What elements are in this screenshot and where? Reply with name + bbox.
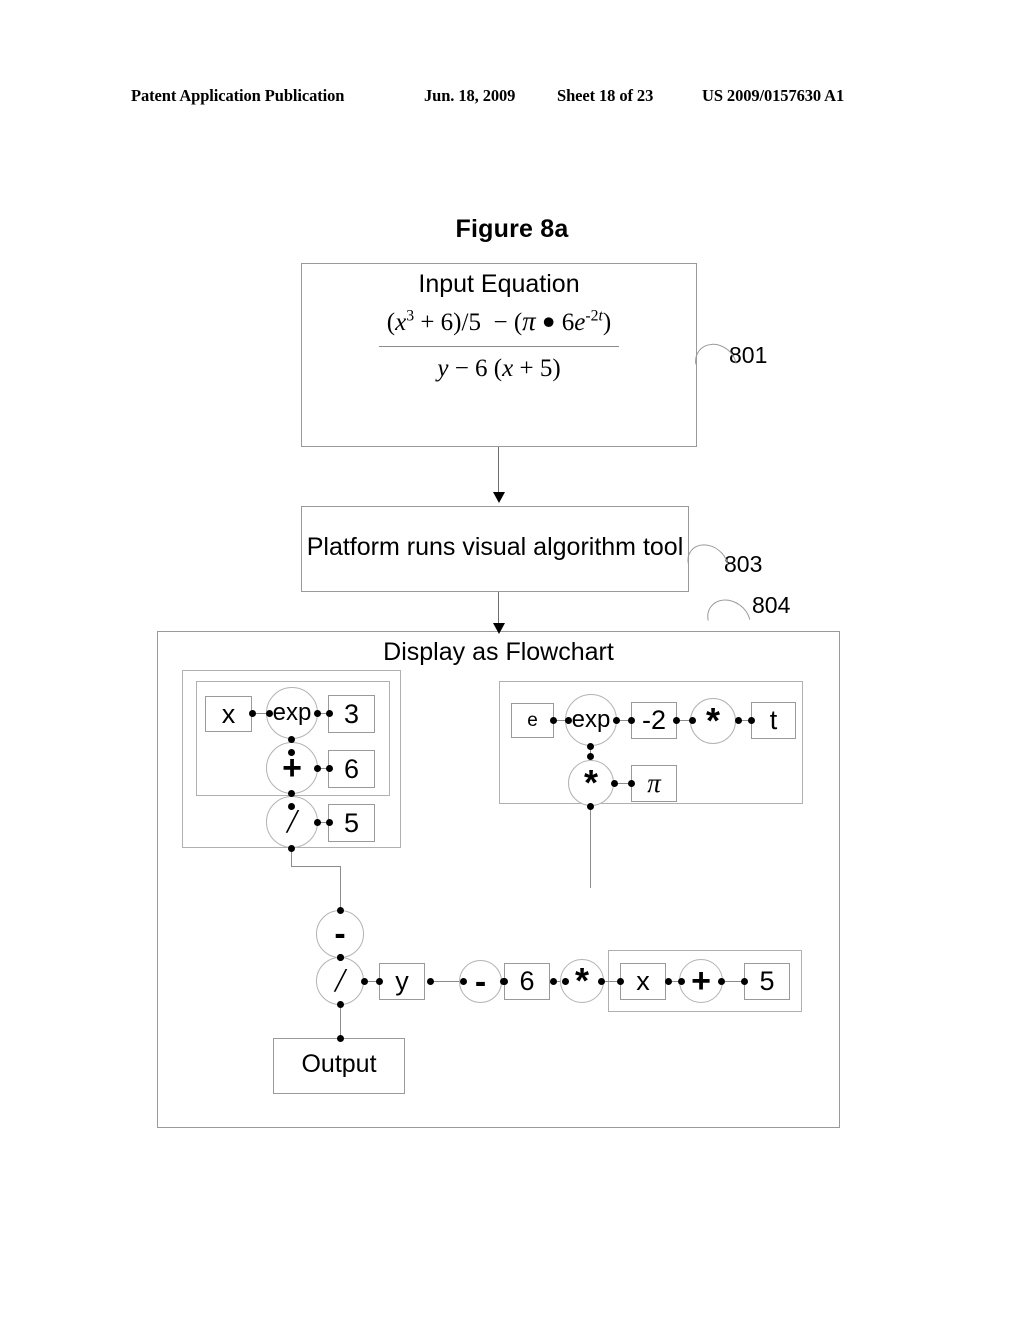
- wire-rightgroup-down: [590, 807, 592, 888]
- input-equation-label: Input Equation: [418, 270, 580, 298]
- header-sheet: Sheet 18 of 23: [557, 86, 654, 105]
- dot-div-out: [314, 819, 321, 826]
- platform-process-label: Platform runs visual algorithm tool: [306, 533, 684, 561]
- dot-6-main-in: [501, 978, 508, 985]
- header-patent-number: US 2009/0157630 A1: [702, 86, 845, 105]
- dot-plusm-out: [718, 978, 725, 985]
- dot-plus-top: [288, 749, 295, 756]
- node-3-left[interactable]: 3: [328, 695, 375, 733]
- dot-m2-in: [628, 717, 635, 724]
- dot-5-in: [326, 819, 333, 826]
- equation-numerator: (x3 + 6)/5 − (π ● 6e-2t): [386, 306, 612, 336]
- dot-x-main-out: [665, 978, 672, 985]
- ref-number-803: 803: [724, 551, 763, 577]
- node-minus-two[interactable]: -2: [631, 702, 677, 739]
- dot-exp-bottom: [288, 736, 295, 743]
- node-6-main[interactable]: 6: [504, 963, 550, 1000]
- wire-divide-to-output: [340, 1005, 342, 1039]
- flow-arrow-input-to-process-line: [498, 447, 500, 495]
- dot-6-in: [326, 765, 333, 772]
- fraction-bar: [379, 345, 619, 347]
- node-times2-right[interactable]: *: [568, 760, 614, 806]
- dot-times2-bottom: [587, 803, 594, 810]
- figure-title: Figure 8a: [455, 215, 569, 243]
- dot-y-out: [427, 978, 434, 985]
- dot-times-r-out: [735, 717, 742, 724]
- patent-header: Patent Application Publication Jun. 18, …: [0, 86, 1024, 112]
- dot-minus-top: [337, 907, 344, 914]
- dot-times2-out: [611, 780, 618, 787]
- node-y-main[interactable]: y: [379, 963, 425, 1000]
- header-date: Jun. 18, 2009: [424, 86, 516, 105]
- node-6-left[interactable]: 6: [328, 750, 375, 788]
- display-flowchart-label: Display as Flowchart: [383, 638, 614, 666]
- dot-times2-top: [587, 753, 594, 760]
- dot-6-main-out: [550, 978, 557, 985]
- node-times-right[interactable]: *: [690, 698, 736, 744]
- dot-plus-out: [314, 765, 321, 772]
- node-5-left[interactable]: 5: [328, 804, 375, 842]
- dot-3-in: [326, 710, 333, 717]
- node-pi-right[interactable]: π: [631, 765, 677, 802]
- dot-y-in: [376, 978, 383, 985]
- dot-exp-in: [266, 710, 273, 717]
- dot-divb-top: [337, 954, 344, 961]
- dot-pi-in: [628, 780, 635, 787]
- dot-x-main-in: [617, 978, 624, 985]
- dot-timesm-in: [562, 978, 569, 985]
- dot-plus-bottom: [288, 790, 295, 797]
- flow-arrow-process-to-display-line: [498, 592, 500, 626]
- dot-exp-out: [314, 710, 321, 717]
- dot-times-r-in: [689, 717, 696, 724]
- dot-e-out: [550, 717, 557, 724]
- wire-leftgroup-across: [291, 866, 341, 868]
- dot-divb-bottom: [337, 1001, 344, 1008]
- equation-denominator: y − 6 (x + 5): [437, 354, 561, 382]
- node-divide-main[interactable]: /: [316, 957, 364, 1005]
- dot-m2-out: [673, 717, 680, 724]
- node-t-right[interactable]: t: [751, 702, 796, 739]
- dot-timesm-out: [598, 978, 605, 985]
- dot-div-top: [288, 803, 295, 810]
- input-equation-expression: (x3 + 6)/5 − (π ● 6e-2t) y − 6 (x + 5): [301, 305, 697, 384]
- dot-divb-out: [361, 978, 368, 985]
- dot-exp-r-in: [565, 717, 572, 724]
- dot-output-in: [337, 1035, 344, 1042]
- dot-plusm-in: [678, 978, 685, 985]
- dot-exp-r-out: [613, 717, 620, 724]
- node-minus-main[interactable]: -: [316, 910, 364, 958]
- dot-div-bottom: [288, 845, 295, 852]
- dot-t-in: [748, 717, 755, 724]
- ref-number-804: 804: [752, 592, 791, 618]
- node-exp-right[interactable]: exp: [565, 694, 617, 746]
- node-plus-main[interactable]: +: [679, 959, 723, 1003]
- node-x-left[interactable]: x: [205, 696, 252, 732]
- output-label: Output: [301, 1050, 377, 1078]
- dot-expr-bottom: [587, 743, 594, 750]
- node-exp-left[interactable]: exp: [266, 687, 318, 739]
- dot-5-main-in: [741, 978, 748, 985]
- flow-arrow-input-to-process-head: [493, 492, 505, 503]
- header-publication: Patent Application Publication: [131, 86, 345, 105]
- dot-x-out: [249, 710, 256, 717]
- node-x-main[interactable]: x: [620, 963, 666, 1000]
- flow-arrow-process-to-display-head: [493, 623, 505, 634]
- node-e-right[interactable]: e: [511, 703, 554, 738]
- dot-minusc-in: [460, 978, 467, 985]
- node-5-main[interactable]: 5: [744, 963, 790, 1000]
- wire-to-minus-node: [340, 866, 342, 910]
